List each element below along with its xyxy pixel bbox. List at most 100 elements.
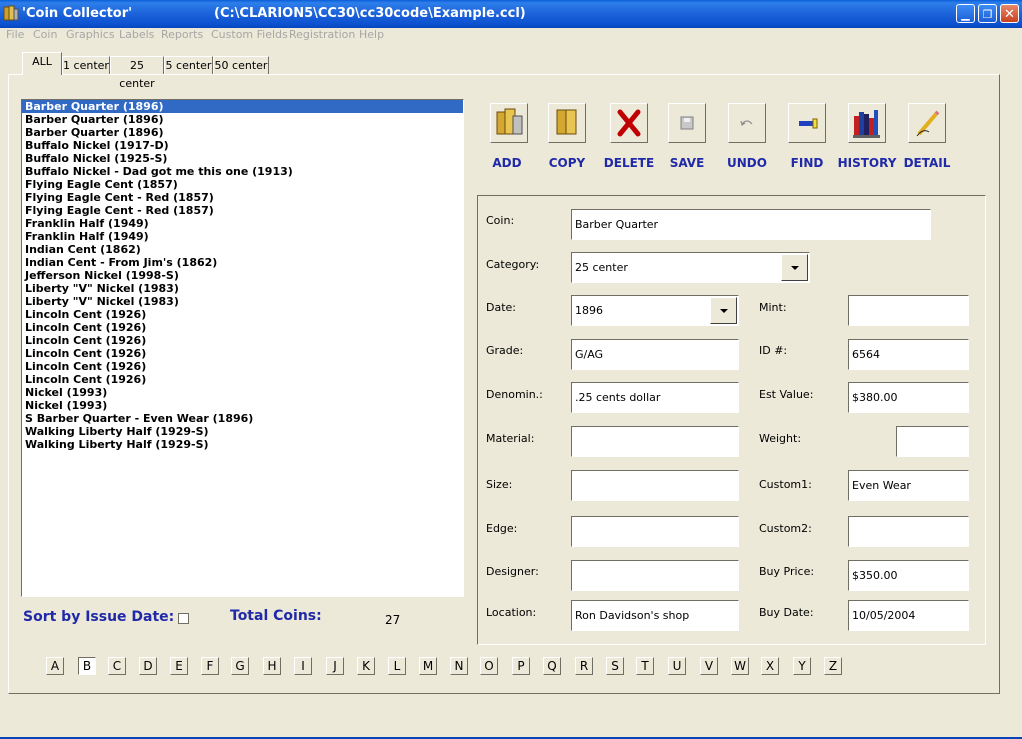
- mint-field[interactable]: [848, 295, 969, 326]
- menu-graphics[interactable]: Graphics: [66, 28, 115, 41]
- tab-1-center[interactable]: 1 center: [62, 56, 110, 74]
- date-combo[interactable]: 1896: [571, 295, 739, 326]
- letter-button-c[interactable]: C: [108, 657, 126, 675]
- coin-list-item[interactable]: Lincoln Cent (1926): [22, 334, 463, 347]
- coin-list-item[interactable]: Franklin Half (1949): [22, 217, 463, 230]
- letter-button-j[interactable]: J: [326, 657, 344, 675]
- coin-list-item[interactable]: Lincoln Cent (1926): [22, 321, 463, 334]
- custom1-field[interactable]: Even Wear: [848, 470, 969, 501]
- coin-list-item[interactable]: Barber Quarter (1896): [22, 113, 463, 126]
- coin-list-item[interactable]: Indian Cent - From Jim's (1862): [22, 256, 463, 269]
- save-button[interactable]: [668, 103, 706, 143]
- coin-list-item[interactable]: Buffalo Nickel (1925-S): [22, 152, 463, 165]
- letter-button-k[interactable]: K: [357, 657, 375, 675]
- letter-button-f[interactable]: F: [201, 657, 219, 675]
- letter-button-u[interactable]: U: [668, 657, 686, 675]
- letter-button-a[interactable]: A: [46, 657, 64, 675]
- coin-list-item[interactable]: Lincoln Cent (1926): [22, 373, 463, 386]
- coin-list-item[interactable]: Walking Liberty Half (1929-S): [22, 438, 463, 451]
- size-field[interactable]: [571, 470, 739, 501]
- coin-list-item[interactable]: Barber Quarter (1896): [22, 100, 463, 113]
- coin-list-item[interactable]: Liberty "V" Nickel (1983): [22, 295, 463, 308]
- coin-list-item[interactable]: Liberty "V" Nickel (1983): [22, 282, 463, 295]
- detail-button[interactable]: [908, 103, 946, 143]
- letter-button-h[interactable]: H: [263, 657, 281, 675]
- letter-button-t[interactable]: T: [636, 657, 654, 675]
- weight-field[interactable]: [896, 426, 969, 457]
- menu-help[interactable]: Help: [359, 28, 384, 41]
- restore-button[interactable]: ❐: [978, 4, 997, 23]
- edge-field[interactable]: [571, 516, 739, 547]
- menu-custom-fields[interactable]: Custom Fields: [211, 28, 288, 41]
- history-button[interactable]: [848, 103, 886, 143]
- coin-list-item[interactable]: Buffalo Nickel - Dad got me this one (19…: [22, 165, 463, 178]
- category-dropdown-icon[interactable]: [781, 254, 808, 281]
- grade-field[interactable]: G/AG: [571, 339, 739, 370]
- buyprice-field[interactable]: $350.00: [848, 560, 969, 591]
- letter-button-x[interactable]: X: [761, 657, 779, 675]
- delete-button[interactable]: [610, 103, 648, 143]
- coin-field[interactable]: Barber Quarter: [571, 209, 931, 240]
- designer-field[interactable]: [571, 560, 739, 591]
- undo-button[interactable]: [728, 103, 766, 143]
- coin-list-item[interactable]: Flying Eagle Cent (1857): [22, 178, 463, 191]
- coin-list-item[interactable]: Barber Quarter (1896): [22, 126, 463, 139]
- coin-list-item[interactable]: Flying Eagle Cent - Red (1857): [22, 204, 463, 217]
- letter-button-p[interactable]: P: [512, 657, 530, 675]
- menu-registration[interactable]: Registration: [289, 28, 355, 41]
- letter-button-r[interactable]: R: [575, 657, 593, 675]
- letter-button-s[interactable]: S: [606, 657, 624, 675]
- letter-button-q[interactable]: Q: [543, 657, 561, 675]
- letter-button-b[interactable]: B: [78, 657, 96, 675]
- date-dropdown-icon[interactable]: [710, 297, 737, 324]
- tab-50-center[interactable]: 50 center: [213, 56, 269, 74]
- id-field[interactable]: 6564: [848, 339, 969, 370]
- denomin-field[interactable]: .25 cents dollar: [571, 382, 739, 413]
- coin-list[interactable]: Barber Quarter (1896) Barber Quarter (189…: [21, 99, 464, 597]
- letter-button-z[interactable]: Z: [824, 657, 842, 675]
- letter-button-g[interactable]: G: [231, 657, 249, 675]
- letter-button-y[interactable]: Y: [793, 657, 811, 675]
- letter-button-n[interactable]: N: [450, 657, 468, 675]
- coin-list-item[interactable]: Nickel (1993): [22, 399, 463, 412]
- tab-25-center[interactable]: 25 center: [110, 56, 164, 90]
- letter-button-d[interactable]: D: [139, 657, 157, 675]
- coin-list-item[interactable]: Nickel (1993): [22, 386, 463, 399]
- coin-list-item[interactable]: S Barber Quarter - Even Wear (1896): [22, 412, 463, 425]
- minimize-button[interactable]: ▁: [956, 4, 975, 23]
- letter-button-w[interactable]: W: [731, 657, 749, 675]
- estvalue-field[interactable]: $380.00: [848, 382, 969, 413]
- menu-file[interactable]: File: [6, 28, 24, 41]
- menu-reports[interactable]: Reports: [161, 28, 203, 41]
- coin-list-item[interactable]: Walking Liberty Half (1929-S): [22, 425, 463, 438]
- location-field[interactable]: Ron Davidson's shop: [571, 600, 739, 631]
- letter-button-i[interactable]: I: [294, 657, 312, 675]
- copy-button[interactable]: [548, 103, 586, 143]
- coin-list-item[interactable]: Flying Eagle Cent - Red (1857): [22, 191, 463, 204]
- tab-5-center[interactable]: 5 center: [164, 56, 213, 74]
- buydate-field[interactable]: 10/05/2004: [848, 600, 969, 631]
- material-label: Material:: [486, 432, 535, 445]
- tab-all[interactable]: ALL: [22, 52, 62, 75]
- coin-list-item[interactable]: Lincoln Cent (1926): [22, 360, 463, 373]
- material-field[interactable]: [571, 426, 739, 457]
- letter-button-o[interactable]: O: [480, 657, 498, 675]
- letter-button-e[interactable]: E: [170, 657, 188, 675]
- category-combo[interactable]: 25 center: [571, 252, 810, 283]
- coin-list-item[interactable]: Lincoln Cent (1926): [22, 347, 463, 360]
- menu-labels[interactable]: Labels: [119, 28, 154, 41]
- add-button[interactable]: [490, 103, 528, 143]
- letter-button-l[interactable]: L: [388, 657, 406, 675]
- menu-coin[interactable]: Coin: [33, 28, 57, 41]
- coin-list-item[interactable]: Franklin Half (1949): [22, 230, 463, 243]
- coin-list-item[interactable]: Jefferson Nickel (1998-S): [22, 269, 463, 282]
- coin-list-item[interactable]: Buffalo Nickel (1917-D): [22, 139, 463, 152]
- coin-list-item[interactable]: Indian Cent (1862): [22, 243, 463, 256]
- coin-list-item[interactable]: Lincoln Cent (1926): [22, 308, 463, 321]
- custom2-field[interactable]: [848, 516, 969, 547]
- letter-button-v[interactable]: V: [700, 657, 718, 675]
- sort-by-issue-date-checkbox[interactable]: [178, 613, 189, 624]
- close-button[interactable]: ✕: [1000, 4, 1019, 23]
- find-button[interactable]: [788, 103, 826, 143]
- letter-button-m[interactable]: M: [419, 657, 437, 675]
